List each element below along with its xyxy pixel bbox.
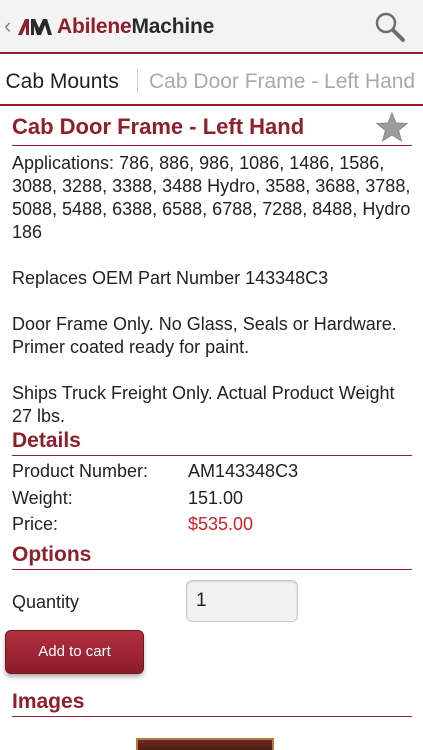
details-key: Price:: [12, 514, 59, 534]
details-key: Product Number:: [12, 461, 149, 481]
details-row: Price: $535.00: [12, 511, 412, 538]
breadcrumb-previous[interactable]: d Cab Mounts: [0, 69, 119, 95]
product-description: Applications: 786, 886, 986, 1086, 1486,…: [12, 152, 412, 428]
am-logo-icon[interactable]: [18, 17, 52, 37]
description-shipping: Ships Truck Freight Only. Actual Product…: [12, 383, 395, 426]
app-title: AbileneMachine: [57, 14, 214, 40]
price-value: $535.00: [188, 514, 254, 534]
product-content: Cab Door Frame - Left Hand Applications:…: [12, 108, 412, 628]
app-title-part2: Machine: [131, 15, 215, 38]
weight-value: 151.00: [188, 487, 244, 508]
description-frame-note: Door Frame Only. No Glass, Seals or Hard…: [12, 314, 397, 357]
quantity-row: Quantity: [12, 579, 412, 628]
add-to-cart-button[interactable]: Add to cart: [5, 630, 144, 674]
product-title-row: Cab Door Frame - Left Hand: [12, 108, 412, 146]
breadcrumb-separator: [137, 69, 138, 93]
star-icon[interactable]: [375, 111, 409, 143]
details-key: Weight:: [12, 487, 73, 508]
quantity-input[interactable]: [186, 579, 298, 622]
details-table: Product Number: AM143348C3 Weight: 151.0…: [12, 458, 412, 538]
details-row: Weight: 151.00: [12, 485, 412, 512]
description-oem-number: Replaces OEM Part Number 143348C3: [12, 268, 329, 288]
product-title: Cab Door Frame - Left Hand: [12, 114, 305, 139]
images-heading: Images: [12, 689, 412, 717]
quantity-label: Quantity: [12, 591, 80, 612]
details-heading: Details: [12, 428, 412, 456]
app-bar: ‹ AbileneMachine: [0, 0, 423, 54]
product-number-value: AM143348C3: [188, 461, 299, 481]
search-icon[interactable]: [372, 10, 408, 44]
breadcrumb-current[interactable]: Cab Door Frame - Left Hand: [149, 69, 415, 95]
app-title-part1: Abilene: [57, 15, 132, 38]
product-image-thumbnail[interactable]: [136, 738, 274, 750]
back-chevron-icon[interactable]: ‹: [4, 13, 11, 39]
description-applications: Applications: 786, 886, 986, 1086, 1486,…: [12, 153, 411, 242]
options-heading: Options: [12, 542, 412, 570]
details-row: Product Number: AM143348C3: [12, 458, 412, 485]
breadcrumb: d Cab Mounts Cab Door Frame - Left Hand: [0, 56, 423, 106]
